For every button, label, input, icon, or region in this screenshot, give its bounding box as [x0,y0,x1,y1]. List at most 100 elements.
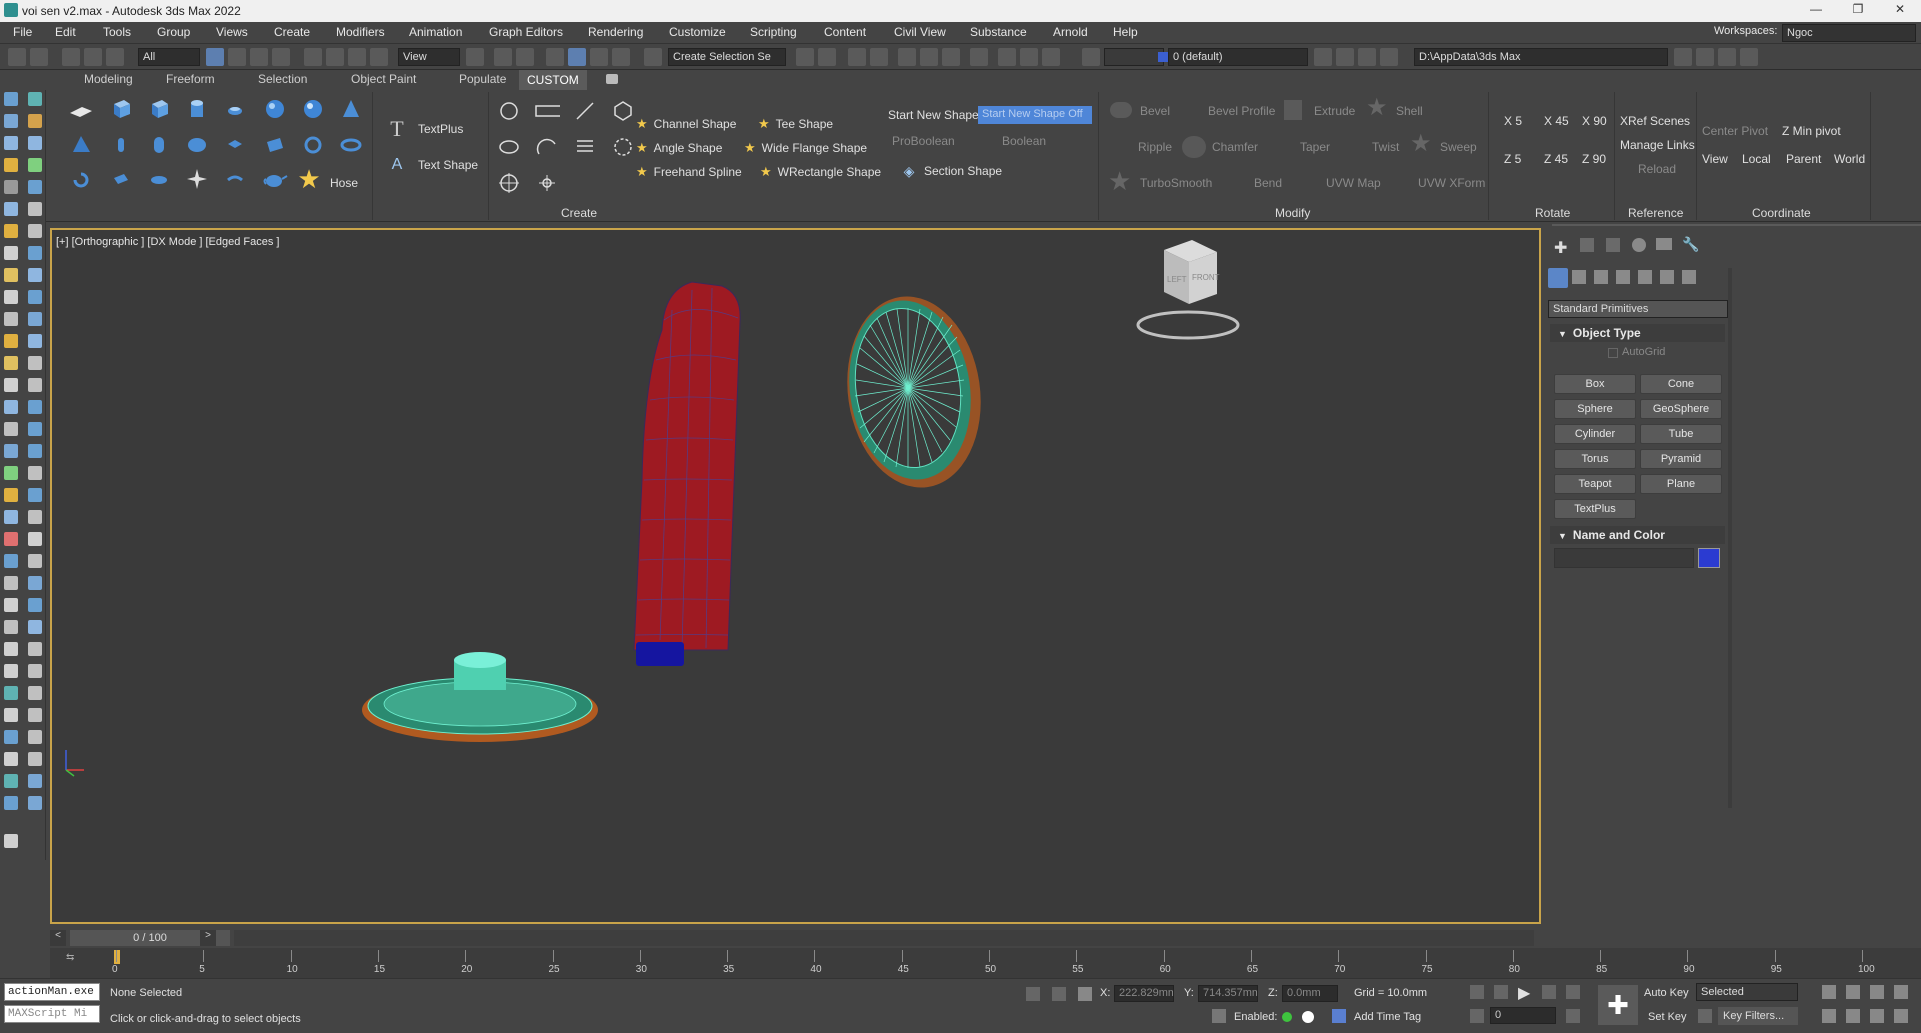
viewcube-front-label[interactable]: FRONT [1192,273,1220,282]
left-tool-63-icon[interactable] [4,774,18,788]
track-filter-icon[interactable]: ⇆ [66,952,74,963]
rotate-icon[interactable] [326,48,344,66]
select-layer-icon[interactable] [1336,48,1354,66]
ribbon-options-icon[interactable] [606,74,618,84]
layer-toolbar-field[interactable] [1104,48,1164,66]
uvw-xform-button[interactable]: UVW XForm [1418,176,1485,190]
taper-button[interactable]: Taper [1300,140,1330,154]
orbit-icon[interactable] [1870,1009,1884,1023]
menu-scripting[interactable]: Scripting [750,25,797,39]
left-tool-57-icon[interactable] [4,708,18,722]
left-tool-35-icon[interactable] [4,466,18,480]
zoom-extents-icon[interactable] [1870,985,1884,999]
y-coord-field[interactable]: 714.357mm [1198,985,1258,1002]
twist-button[interactable]: Twist [1372,140,1399,154]
tab-populate[interactable]: Populate [459,72,506,86]
pivot-center-icon[interactable] [466,48,484,66]
curve-editor-icon[interactable] [920,48,938,66]
edit-named-selection-icon[interactable] [644,48,662,66]
add-to-layer-icon[interactable] [1314,48,1332,66]
left-tool-59-icon[interactable] [4,730,18,744]
left-tool-36-icon[interactable] [28,466,42,480]
menu-substance[interactable]: Substance [970,25,1027,39]
motion-tab-icon[interactable] [1632,238,1646,252]
set-project-icon[interactable] [1740,48,1758,66]
cylinder-button[interactable]: Cylinder [1554,424,1636,444]
left-tool-3-icon[interactable] [4,114,18,128]
percent-snap-icon[interactable] [590,48,608,66]
key-mode-icon[interactable] [1470,1009,1484,1023]
menu-content[interactable]: Content [824,25,866,39]
isolate-selection-icon[interactable] [1026,987,1040,1001]
sphere-icon[interactable] [262,96,288,122]
rotate-z90-button[interactable]: Z 90 [1582,152,1606,166]
close-button[interactable]: ✕ [1882,2,1918,16]
left-tool-53-icon[interactable] [4,664,18,678]
previous-frame-icon[interactable] [1494,985,1508,999]
hedra-icon[interactable] [108,166,134,192]
workspaces-dropdown[interactable]: Ngoc [1782,24,1916,42]
left-tool-10-icon[interactable] [28,180,42,194]
left-tool-16-icon[interactable] [28,246,42,260]
material-editor-icon[interactable] [970,48,988,66]
menu-edit[interactable]: Edit [55,25,76,39]
modify-tab-icon[interactable] [1580,238,1594,252]
left-tool-52-icon[interactable] [28,642,42,656]
redo-icon[interactable] [30,48,48,66]
place-icon[interactable] [370,48,388,66]
key-filters-button[interactable]: Key Filters... [1718,1007,1798,1025]
menu-create[interactable]: Create [274,25,310,39]
pyramid-icon[interactable] [68,132,94,158]
menu-file[interactable]: File [13,25,32,39]
left-tool-66-icon[interactable] [28,796,42,810]
menu-civil-view[interactable]: Civil View [894,25,946,39]
auto-key-button[interactable]: Auto Key [1644,987,1689,999]
coord-parent-button[interactable]: Parent [1786,152,1821,166]
center-pivot-button[interactable]: Center Pivot [1702,124,1768,138]
tee-shape-button[interactable]: ★ Tee Shape [758,116,833,132]
manage-links-button[interactable]: Manage Links [1620,138,1695,152]
angle-snap-icon[interactable] [568,48,586,66]
reload-button[interactable]: Reload [1638,162,1676,176]
undo-icon[interactable] [8,48,26,66]
teapot-button[interactable]: Teapot [1554,474,1636,494]
box-icon[interactable] [108,96,134,122]
left-tool-15-icon[interactable] [4,246,18,260]
star-shape-icon[interactable] [610,134,636,160]
create-tab-icon[interactable]: ✚ [1554,238,1567,258]
set-current-layer-icon[interactable] [1358,48,1376,66]
z-coord-field[interactable]: 0.0mm [1282,985,1338,1002]
left-tool-23-icon[interactable] [4,334,18,348]
cone-small-icon[interactable] [222,98,248,124]
hose-small-icon[interactable] [222,166,248,192]
menu-modifiers[interactable]: Modifiers [336,25,385,39]
left-tool-1-icon[interactable] [4,92,18,106]
set-key-button[interactable]: Set Key [1648,1011,1687,1023]
time-slider-track[interactable] [234,930,1534,946]
freehand-spline-button[interactable]: ★ Freehand Spline [636,164,742,180]
tube-button[interactable]: Tube [1640,424,1722,444]
spindle-icon[interactable] [184,132,210,158]
rotate-x5-button[interactable]: X 5 [1504,114,1522,128]
left-tool-20-icon[interactable] [28,290,42,304]
ellipse-shape-icon[interactable] [496,134,522,160]
selection-lock-icon[interactable] [1052,987,1066,1001]
menu-graph-editors[interactable]: Graph Editors [489,25,563,39]
time-prev-button[interactable]: < [50,930,66,946]
left-tool-34-icon[interactable] [28,444,42,458]
render-production-icon[interactable] [1042,48,1060,66]
window-crossing-icon[interactable] [272,48,290,66]
rotate-z45-button[interactable]: Z 45 [1544,152,1568,166]
name-and-color-rollout[interactable]: ▼ Name and Color [1550,526,1725,544]
geometry-category-icon[interactable] [1548,268,1568,288]
time-configuration-icon[interactable] [1566,1009,1580,1023]
left-tool-7-icon[interactable] [4,158,18,172]
keyboard-shortcut-icon[interactable] [516,48,534,66]
uvw-map-button[interactable]: UVW Map [1326,176,1381,190]
project-folder-icon[interactable] [1718,48,1736,66]
bind-spacewarp-icon[interactable] [106,48,124,66]
timetag-lock-icon[interactable] [1212,1009,1226,1023]
menu-animation[interactable]: Animation [409,25,462,39]
left-tool-24-icon[interactable] [28,334,42,348]
menu-tools[interactable]: Tools [103,25,131,39]
